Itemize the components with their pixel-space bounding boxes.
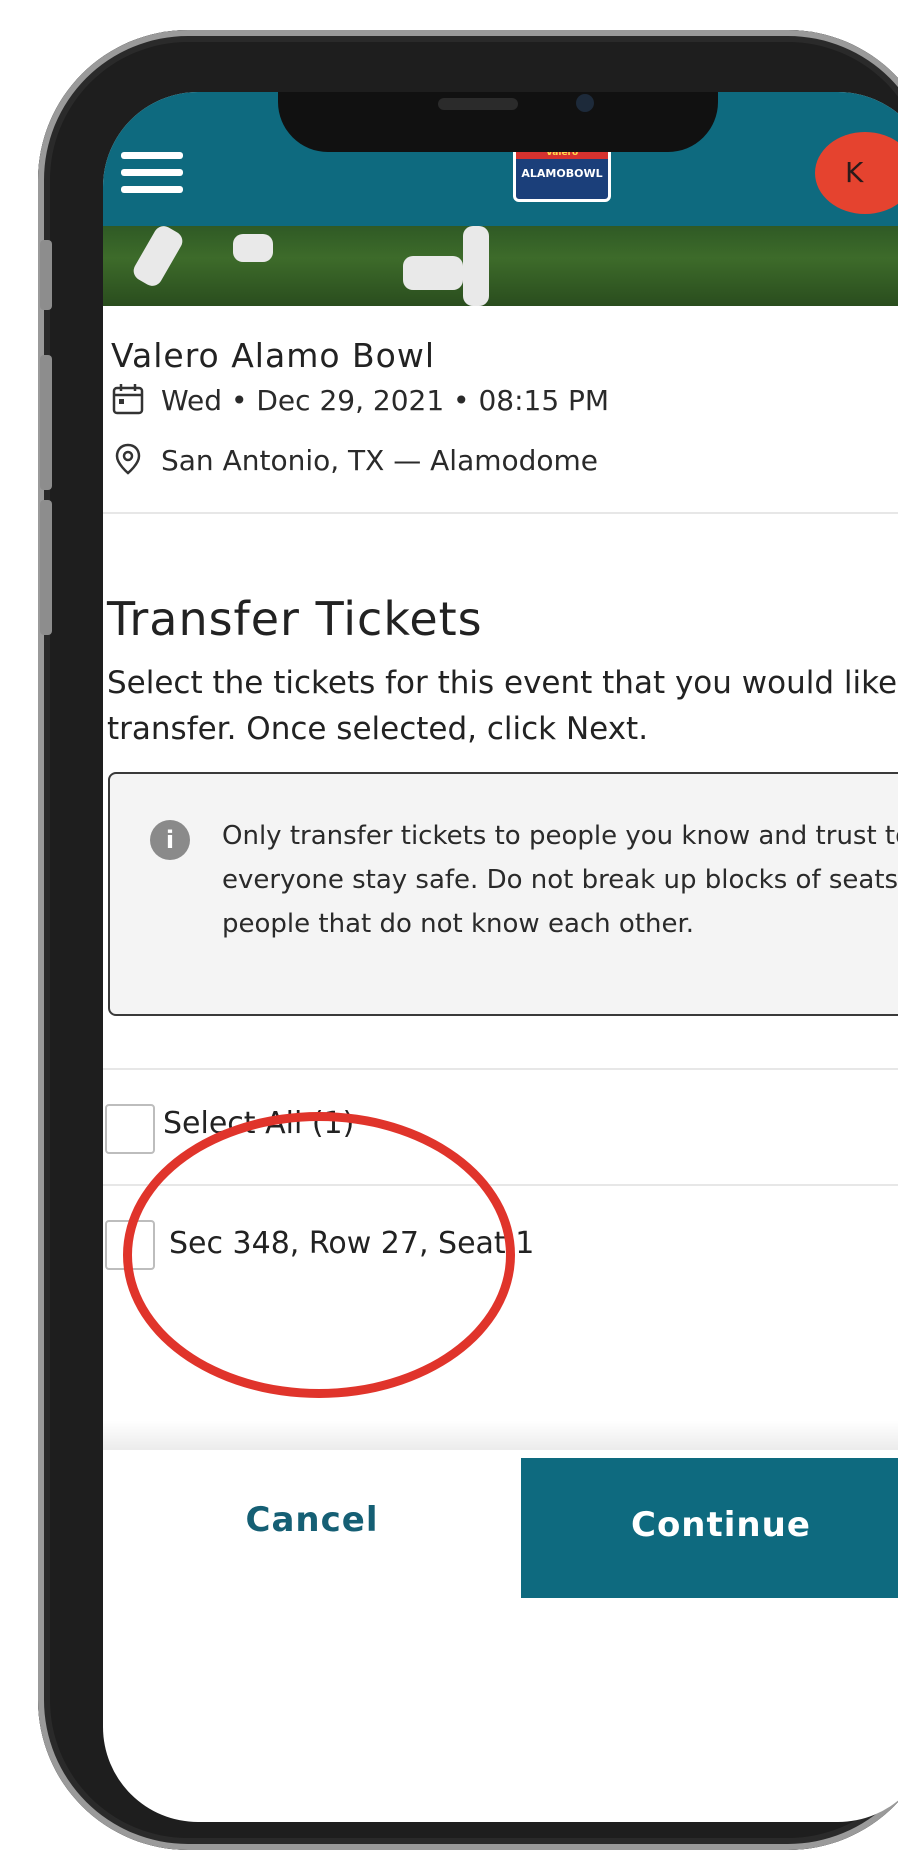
hero-player-shoe-right <box>403 256 463 290</box>
select-all-checkbox[interactable] <box>105 1104 155 1154</box>
front-camera <box>576 94 594 112</box>
phone-notch <box>278 92 718 152</box>
phone-silent-switch <box>40 240 52 310</box>
page-title: Transfer Tickets <box>107 592 483 646</box>
safety-notice-text: Only transfer tickets to people you know… <box>222 821 898 939</box>
logo-main-text: ALAMOBOWL <box>521 167 603 180</box>
continue-button[interactable]: Continue <box>521 1458 898 1598</box>
phone-screen: Valero ALAMOBOWL K Valero Alamo Bowl Wed… <box>103 92 898 1822</box>
phone-volume-up-button <box>40 355 52 490</box>
alamo-bowl-logo: Valero ALAMOBOWL <box>513 144 611 202</box>
event-datetime: Wed • Dec 29, 2021 • 08:15 PM <box>161 384 610 417</box>
phone-volume-down-button <box>40 500 52 635</box>
calendar-icon <box>112 384 144 415</box>
earpiece-speaker <box>438 98 518 110</box>
event-location: San Antonio, TX — Alamodome <box>161 444 599 477</box>
transfer-instructions: Select the tickets for this event that y… <box>107 665 898 747</box>
hero-player-leg-left <box>130 226 186 290</box>
user-avatar[interactable]: K <box>815 132 898 214</box>
info-icon: i <box>150 820 190 860</box>
footer-shadow <box>103 1420 898 1450</box>
location-pin-icon <box>115 443 141 475</box>
hero-player-leg-right <box>463 226 489 306</box>
hamburger-menu-icon[interactable] <box>121 152 183 198</box>
section-divider <box>103 1068 898 1070</box>
section-divider <box>103 512 898 514</box>
event-hero-image <box>103 226 898 306</box>
safety-notice-box: i Only transfer tickets to people you kn… <box>108 772 898 1016</box>
red-highlight-circle <box>123 1112 515 1398</box>
cancel-button[interactable]: Cancel <box>103 1450 521 1590</box>
event-title: Valero Alamo Bowl <box>111 336 436 375</box>
hero-player-shoe <box>233 234 273 262</box>
